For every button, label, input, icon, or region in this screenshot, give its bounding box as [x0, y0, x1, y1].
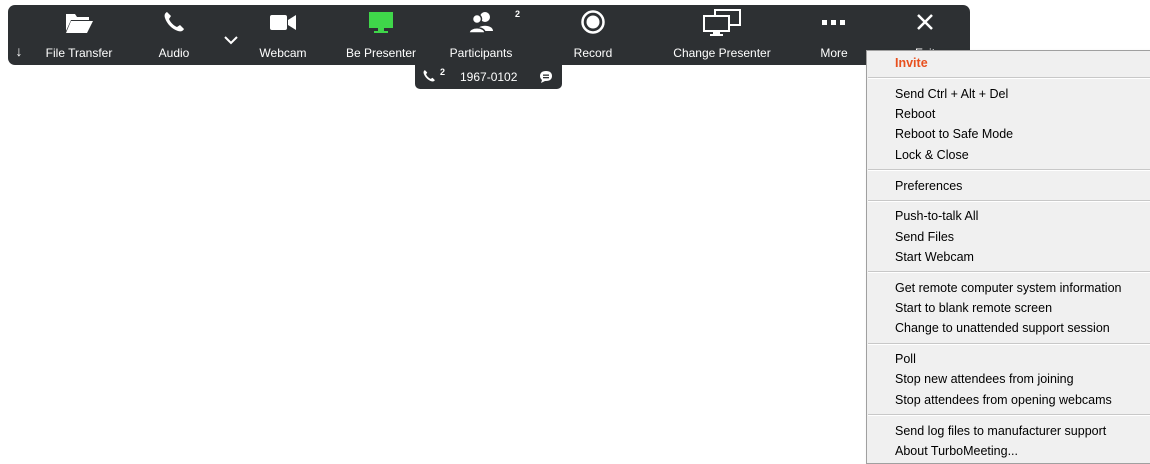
menu-item-push-to-talk-all[interactable]: Push-to-talk All [895, 206, 978, 226]
menu-separator [868, 271, 1150, 274]
menu-item-lock-close[interactable]: Lock & Close [895, 145, 969, 165]
more-label: More [820, 46, 848, 60]
participants-icon [466, 5, 496, 39]
menu-item-reboot-to-safe-mode[interactable]: Reboot to Safe Mode [895, 124, 1013, 144]
be-presenter-label: Be Presenter [345, 46, 417, 60]
menu-item-send-ctrl-alt-del[interactable]: Send Ctrl + Alt + Del [895, 84, 1008, 104]
phone-icon[interactable] [422, 69, 436, 86]
audio-button[interactable]: Audio [148, 5, 200, 65]
menu-item-send-log-files-to-manufacturer-support[interactable]: Send log files to manufacturer support [895, 421, 1106, 441]
more-dots-icon [819, 5, 849, 39]
file-transfer-button[interactable]: File Transfer [40, 5, 118, 65]
participants-count-badge: 2 [515, 9, 521, 19]
menu-item-preferences[interactable]: Preferences [895, 176, 962, 196]
participants-label: Participants [449, 46, 513, 60]
menu-item-reboot[interactable]: Reboot [895, 104, 935, 124]
participants-button[interactable]: Participants [440, 5, 522, 65]
menu-item-poll[interactable]: Poll [895, 349, 916, 369]
menu-item-change-to-unattended-support-session[interactable]: Change to unattended support session [895, 318, 1110, 338]
be-presenter-button[interactable]: Be Presenter [340, 5, 422, 65]
change-presenter-button[interactable]: Change Presenter [664, 5, 780, 65]
menu-item-get-remote-computer-system-information[interactable]: Get remote computer system information [895, 278, 1121, 298]
file-transfer-label: File Transfer [45, 46, 113, 60]
menu-item-stop-attendees-from-opening-webcams[interactable]: Stop attendees from opening webcams [895, 390, 1112, 410]
audio-label: Audio [158, 46, 190, 60]
record-label: Record [573, 46, 613, 60]
phone-count-badge: 2 [440, 67, 446, 77]
menu-separator [868, 414, 1150, 416]
chevron-down-icon[interactable] [222, 33, 240, 47]
more-button[interactable]: More [808, 5, 860, 65]
menu-item-start-webcam[interactable]: Start Webcam [895, 247, 974, 267]
menu-item-stop-new-attendees-from-joining[interactable]: Stop new attendees from joining [895, 369, 1074, 389]
session-info-bar: 2 1967-0102 [415, 65, 562, 89]
menu-item-send-files[interactable]: Send Files [895, 227, 954, 247]
menu-separator [868, 169, 1150, 171]
menu-separator [868, 199, 1150, 202]
menu-item-about-turbomeeting[interactable]: About TurboMeeting... [895, 441, 1018, 461]
meeting-toolbar: ↓ File Transfer Audio Webcam Be Presente… [8, 5, 970, 65]
meeting-id: 1967-0102 [460, 70, 518, 84]
menu-item-invite[interactable]: Invite [895, 53, 928, 73]
change-presenter-icon [700, 5, 744, 39]
chat-icon[interactable] [539, 70, 553, 87]
folder-open-icon [64, 5, 94, 39]
record-icon [580, 5, 606, 39]
monitor-icon [366, 5, 396, 39]
record-button[interactable]: Record [563, 5, 623, 65]
video-camera-icon [268, 5, 298, 39]
phone-icon [162, 5, 186, 39]
menu-separator [868, 342, 1150, 345]
webcam-label: Webcam [259, 46, 307, 60]
webcam-button[interactable]: Webcam [252, 5, 314, 65]
menu-item-start-to-blank-remote-screen[interactable]: Start to blank remote screen [895, 298, 1052, 318]
more-dropdown-menu: Invite Send Ctrl + Alt + Del Reboot Reboot … [866, 50, 1150, 464]
change-presenter-label: Change Presenter [673, 46, 771, 60]
collapse-arrow-icon[interactable]: ↓ [12, 43, 26, 59]
close-icon [914, 5, 936, 39]
menu-separator [868, 77, 1150, 80]
